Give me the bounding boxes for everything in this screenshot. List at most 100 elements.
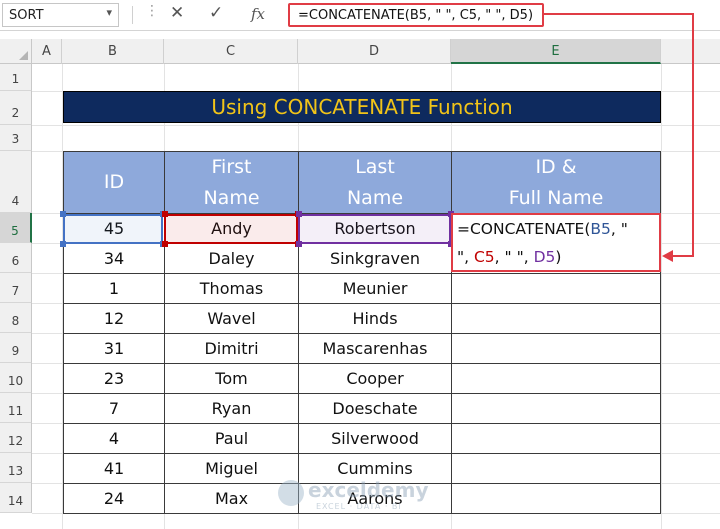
cell-id[interactable]: 23 [63, 363, 165, 394]
cell-id[interactable]: 31 [63, 333, 165, 364]
cell-last-name[interactable]: Mascarenhas [298, 333, 452, 364]
cell-first-name[interactable]: Daley [164, 243, 299, 274]
cell-first-name[interactable]: Paul [164, 423, 299, 454]
insert-function-icon[interactable]: fx [251, 5, 265, 23]
cell-last-name[interactable]: Cooper [298, 363, 452, 394]
header-cell-id[interactable]: ID [63, 151, 165, 214]
cell-full-name[interactable] [451, 393, 661, 424]
resize-handle[interactable] [60, 211, 66, 217]
cell-full-name[interactable] [451, 423, 661, 454]
enter-icon[interactable]: ✓ [209, 3, 223, 23]
watermark: exceldemy EXCEL · DATA · BI [278, 476, 448, 516]
cell-value: 24 [103, 489, 125, 508]
cell-id[interactable]: 1 [63, 273, 165, 304]
resize-handle[interactable] [60, 241, 66, 247]
header-line: ID & [535, 155, 577, 178]
select-all-corner[interactable] [0, 39, 32, 64]
resize-handle[interactable] [296, 211, 302, 217]
name-box[interactable]: SORT ▾ [2, 3, 119, 27]
cell-last-name[interactable]: Meunier [298, 273, 452, 304]
row-header-5[interactable]: 5 [0, 213, 32, 243]
cell-id[interactable]: 4 [63, 423, 165, 454]
cell-id[interactable]: 41 [63, 453, 165, 484]
header-cell-last-name[interactable]: Last Name [298, 151, 452, 214]
cell-full-name[interactable] [451, 273, 661, 304]
cell-first-name[interactable]: Tom [164, 363, 299, 394]
cell-first-name[interactable]: Thomas [164, 273, 299, 304]
reference-highlight-b5 [63, 214, 163, 244]
exceldemy-logo-icon [278, 480, 304, 506]
resize-handle[interactable] [296, 241, 302, 247]
row-header-7[interactable]: 7 [0, 273, 32, 303]
cell-first-name[interactable]: Dimitri [164, 333, 299, 364]
formula-line-2: ", C5, " ", D5) [457, 248, 561, 266]
callout-arrow-line [543, 13, 693, 15]
header-line: ID [103, 171, 125, 193]
row-header-8[interactable]: 8 [0, 303, 32, 333]
cancel-icon[interactable]: ✕ [170, 3, 184, 23]
resize-handle[interactable] [162, 211, 168, 217]
column-header-d[interactable]: D [298, 39, 451, 64]
reference-d5: D5 [533, 248, 556, 266]
cell-id[interactable]: 24 [63, 483, 165, 514]
cell-value: Thomas [199, 279, 264, 298]
arrow-head-icon [662, 250, 673, 262]
cell-id[interactable]: 12 [63, 303, 165, 334]
cell-first-name[interactable]: Wavel [164, 303, 299, 334]
row-header-2[interactable]: 2 [0, 91, 32, 125]
cell-value: 41 [103, 459, 125, 478]
cell-last-name[interactable]: Silverwood [298, 423, 452, 454]
column-header-b[interactable]: B [62, 39, 164, 64]
formula-fragment: ) [555, 248, 562, 266]
cell-full-name[interactable] [451, 453, 661, 484]
cell-full-name[interactable] [451, 363, 661, 394]
row-header-3[interactable]: 3 [0, 125, 32, 151]
cell-value: Wavel [207, 309, 256, 328]
drag-handle-icon[interactable]: ⋮ [145, 3, 159, 19]
column-header-e[interactable]: E [451, 39, 661, 64]
divider [132, 6, 133, 24]
cell-full-name[interactable] [451, 333, 661, 364]
resize-handle[interactable] [162, 241, 168, 247]
header-line: First [211, 155, 252, 178]
grid-line [32, 125, 720, 126]
header-line: Last [355, 155, 395, 178]
callout-arrow-line [692, 13, 694, 257]
cell-first-name[interactable]: Ryan [164, 393, 299, 424]
row-header-12[interactable]: 12 [0, 423, 32, 453]
cell-full-name[interactable] [451, 303, 661, 334]
formula-input[interactable]: =CONCATENATE(B5, " ", C5, " ", D5) [288, 3, 544, 27]
column-header-a[interactable]: A [32, 39, 62, 64]
row-header-9[interactable]: 9 [0, 333, 32, 363]
watermark-brand: exceldemy [308, 478, 429, 502]
row-header-4[interactable]: 4 [0, 151, 32, 213]
row-header-10[interactable]: 10 [0, 363, 32, 393]
row-header-14[interactable]: 14 [0, 483, 32, 513]
cell-id[interactable]: 7 [63, 393, 165, 424]
column-headers: A B C D E [0, 39, 720, 64]
select-all-icon [19, 51, 28, 60]
callout-arrow-line [672, 255, 694, 257]
row-header-6[interactable]: 6 [0, 243, 32, 273]
cell-last-name[interactable]: Doeschate [298, 393, 452, 424]
cell-id[interactable]: 34 [63, 243, 165, 274]
formula-text: =CONCATENATE(B5, " ", C5, " ", D5) [298, 8, 534, 23]
reference-b5: B5 [590, 220, 611, 238]
row-header-11[interactable]: 11 [0, 393, 32, 423]
title-banner[interactable]: Using CONCATENATE Function [63, 91, 661, 123]
watermark-tagline: EXCEL · DATA · BI [316, 502, 402, 511]
cell-value: 1 [108, 279, 120, 298]
active-cell-e5[interactable]: =CONCATENATE(B5, " ", C5, " ", D5) [451, 213, 661, 272]
column-header-c[interactable]: C [164, 39, 298, 64]
chevron-down-icon[interactable]: ▾ [106, 6, 112, 19]
formula-line-1: =CONCATENATE(B5, " [457, 220, 628, 238]
cell-full-name[interactable] [451, 483, 661, 514]
cell-last-name[interactable]: Hinds [298, 303, 452, 334]
cell-last-name[interactable]: Sinkgraven [298, 243, 452, 274]
row-header-1[interactable]: 1 [0, 64, 32, 91]
header-cell-id-full-name[interactable]: ID & Full Name [451, 151, 661, 214]
cell-value: 34 [103, 249, 125, 268]
row-header-13[interactable]: 13 [0, 453, 32, 483]
header-cell-first-name[interactable]: First Name [164, 151, 299, 214]
cell-value: Tom [215, 369, 248, 388]
